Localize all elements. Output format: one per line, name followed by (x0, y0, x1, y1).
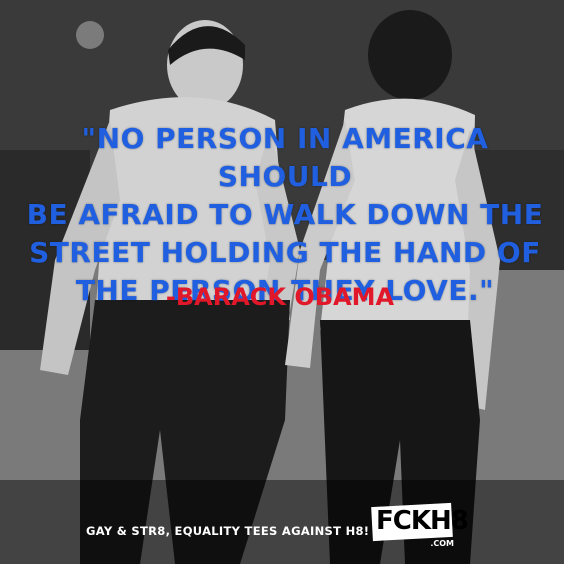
footer-tagline: GAY & STR8, EQUALITY TEES AGAINST H8! (86, 524, 370, 538)
quote-line: street holding the hand of (29, 236, 541, 269)
logo-text: FCKH8 (376, 506, 469, 536)
quote-line: be afraid to walk down the (26, 198, 544, 231)
logo-domain: .COM (430, 539, 454, 548)
poster: "No person in America should be afraid t… (0, 0, 564, 564)
fckh8-logo[interactable]: FCKH8 .COM (371, 502, 469, 549)
quote-line: "No person in America should (81, 122, 489, 193)
quote-text: "No person in America should be afraid t… (20, 120, 550, 310)
quote-attribution: -Barack Obama (165, 283, 395, 311)
